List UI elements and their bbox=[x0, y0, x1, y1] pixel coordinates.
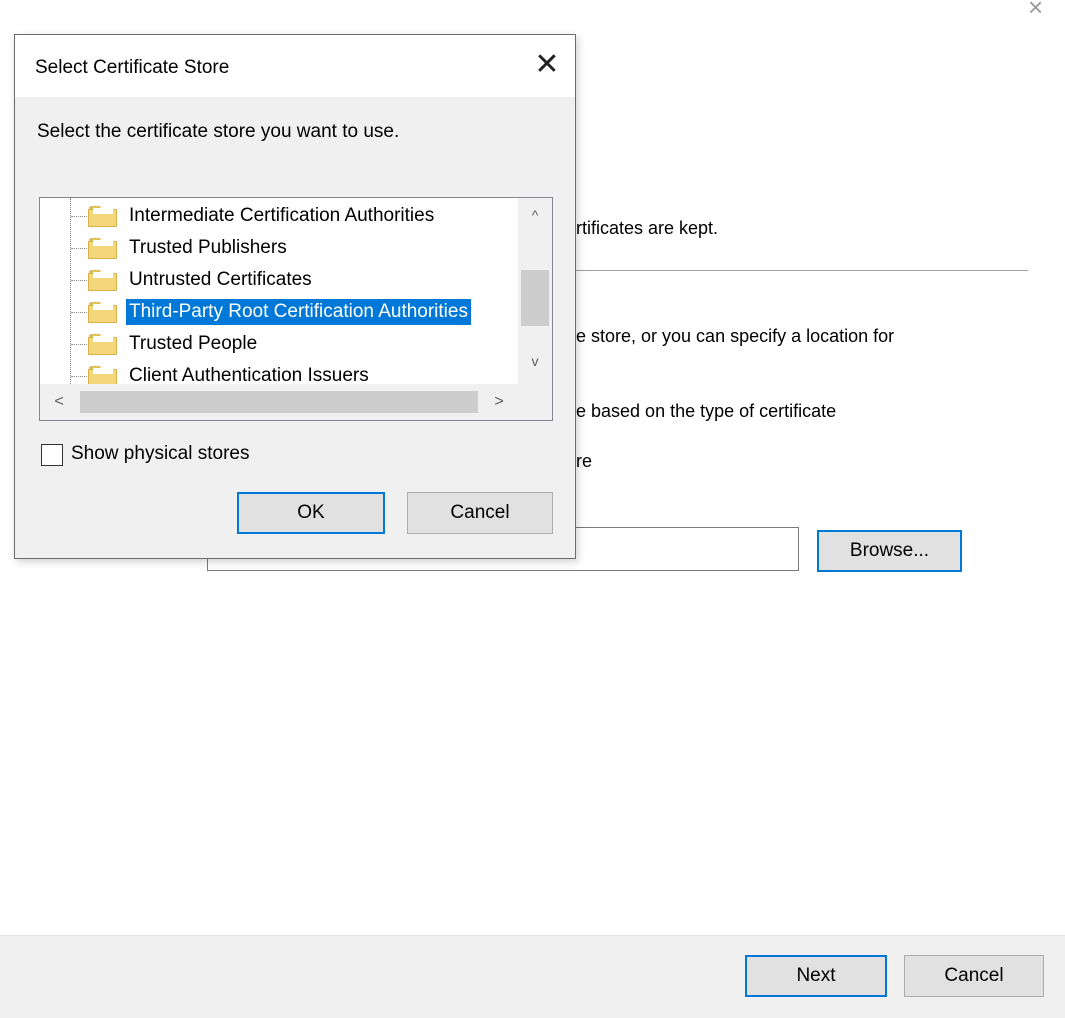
scroll-up-icon[interactable]: ^ bbox=[518, 200, 552, 230]
tree-item-trusted-people[interactable]: Trusted People bbox=[40, 328, 518, 360]
next-button[interactable]: Next bbox=[745, 955, 887, 997]
horizontal-scrollbar[interactable]: < > bbox=[40, 384, 518, 420]
tree-item-trusted-publishers[interactable]: Trusted Publishers bbox=[40, 232, 518, 264]
tree-connector bbox=[71, 376, 87, 377]
tree-connector bbox=[71, 216, 87, 217]
tree-item-label: Intermediate Certification Authorities bbox=[129, 205, 435, 226]
vertical-scrollbar[interactable]: ^ v bbox=[518, 198, 552, 384]
wizard-close-icon[interactable]: × bbox=[1028, 0, 1043, 20]
tree-item-untrusted-certificates[interactable]: Untrusted Certificates bbox=[40, 264, 518, 296]
folder-icon bbox=[88, 270, 118, 292]
tree-item-client-authentication-issuers[interactable]: Client Authentication Issuers bbox=[40, 360, 518, 384]
show-physical-stores-label[interactable]: Show physical stores bbox=[71, 443, 249, 465]
wizard-description-line-1: rtificates are kept. bbox=[576, 218, 719, 238]
wizard-cancel-button[interactable]: Cancel bbox=[904, 955, 1044, 997]
show-physical-stores-checkbox[interactable] bbox=[41, 444, 63, 466]
tree-item-label-selected: Third-Party Root Certification Authoriti… bbox=[126, 299, 471, 325]
tree-item-label: Client Authentication Issuers bbox=[129, 365, 369, 384]
close-icon[interactable]: ✕ bbox=[528, 47, 566, 83]
scrollbar-corner bbox=[518, 384, 552, 420]
tree-connector bbox=[71, 280, 87, 281]
folder-icon bbox=[88, 366, 118, 384]
certificate-store-tree[interactable]: Intermediate Certification Authorities T… bbox=[39, 197, 553, 421]
tree-connector bbox=[71, 248, 87, 249]
wizard-auto-select-option-label[interactable]: e based on the type of certificate bbox=[576, 401, 836, 422]
tree-connector bbox=[71, 344, 87, 345]
tree-item-intermediate-certification-authorities[interactable]: Intermediate Certification Authorities bbox=[40, 200, 518, 232]
tree-connector bbox=[71, 312, 87, 313]
tree-item-third-party-root-certification-authorities[interactable]: Third-Party Root Certification Authoriti… bbox=[40, 296, 518, 328]
wizard-divider bbox=[560, 270, 1028, 271]
ok-button[interactable]: OK bbox=[237, 492, 385, 534]
folder-icon bbox=[88, 334, 118, 356]
horizontal-scroll-thumb[interactable] bbox=[80, 391, 478, 413]
scroll-right-icon[interactable]: > bbox=[482, 384, 516, 420]
wizard-description-line-2: e store, or you can specify a location f… bbox=[576, 326, 895, 346]
tree-item-label: Trusted People bbox=[129, 333, 258, 354]
wizard-place-in-store-option-label[interactable]: re bbox=[576, 451, 592, 472]
folder-icon bbox=[88, 302, 118, 324]
scroll-down-icon[interactable]: v bbox=[518, 346, 552, 376]
folder-icon bbox=[88, 238, 118, 260]
browse-button[interactable]: Browse... bbox=[817, 530, 962, 572]
folder-icon bbox=[88, 206, 118, 228]
vertical-scroll-thumb[interactable] bbox=[521, 270, 549, 326]
dialog-cancel-button[interactable]: Cancel bbox=[407, 492, 553, 534]
scroll-left-icon[interactable]: < bbox=[42, 384, 76, 420]
select-certificate-store-dialog: Select Certificate Store ✕ Select the ce… bbox=[14, 34, 576, 559]
dialog-title: Select Certificate Store bbox=[35, 57, 230, 78]
tree-items: Intermediate Certification Authorities T… bbox=[40, 198, 518, 384]
dialog-prompt: Select the certificate store you want to… bbox=[37, 121, 400, 142]
tree-item-label: Untrusted Certificates bbox=[129, 269, 312, 290]
tree-item-label: Trusted Publishers bbox=[129, 237, 287, 258]
